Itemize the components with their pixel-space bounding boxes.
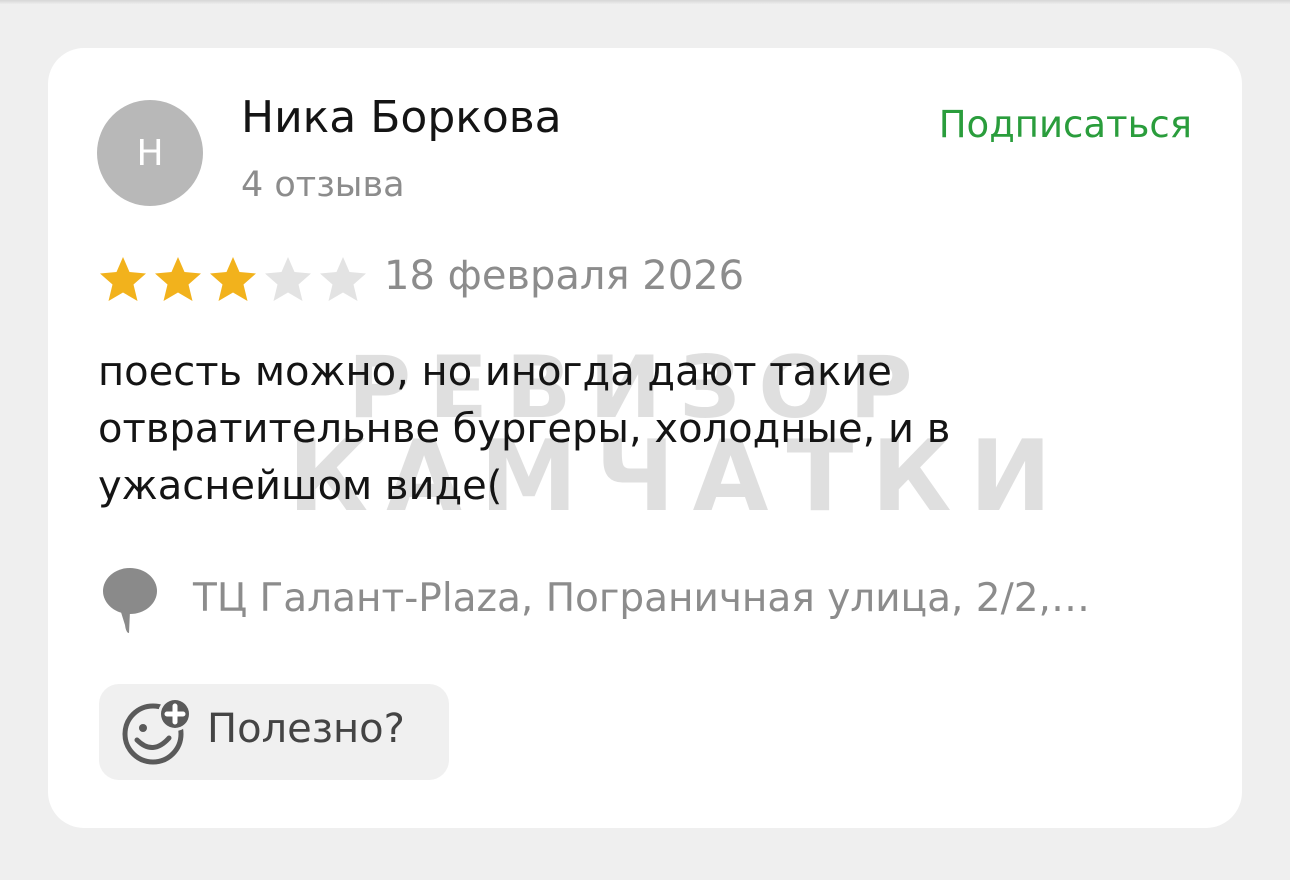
rating-stars	[96, 254, 371, 302]
author-name[interactable]: Ника Боркова	[241, 92, 562, 143]
top-divider	[0, 0, 1290, 4]
reviews-count: 4 отзыва	[241, 165, 405, 205]
review-date: 18 февраля 2026	[384, 253, 745, 299]
useful-button[interactable]: Полезно?	[99, 684, 449, 780]
star-empty-icon	[265, 257, 311, 301]
useful-label: Полезно?	[207, 706, 405, 752]
smiley-plus-icon	[122, 697, 192, 765]
review-card: Н Ника Боркова 4 отзыва Подписаться 18 ф…	[48, 48, 1242, 828]
star-filled-icon	[210, 257, 256, 301]
subscribe-button[interactable]: Подписаться	[939, 103, 1192, 146]
address-row[interactable]	[102, 566, 158, 636]
avatar-letter: Н	[136, 132, 164, 174]
star-filled-icon	[100, 257, 146, 301]
avatar[interactable]: Н	[97, 100, 203, 206]
star-filled-icon	[155, 257, 201, 301]
star-empty-icon	[320, 257, 366, 301]
review-text: поесть можно, но иногда дают такие отвра…	[98, 349, 951, 509]
address-link[interactable]: ТЦ Галант-Plaza, Пограничная улица, 2/2,…	[193, 576, 1090, 621]
map-pin-icon	[103, 568, 157, 633]
